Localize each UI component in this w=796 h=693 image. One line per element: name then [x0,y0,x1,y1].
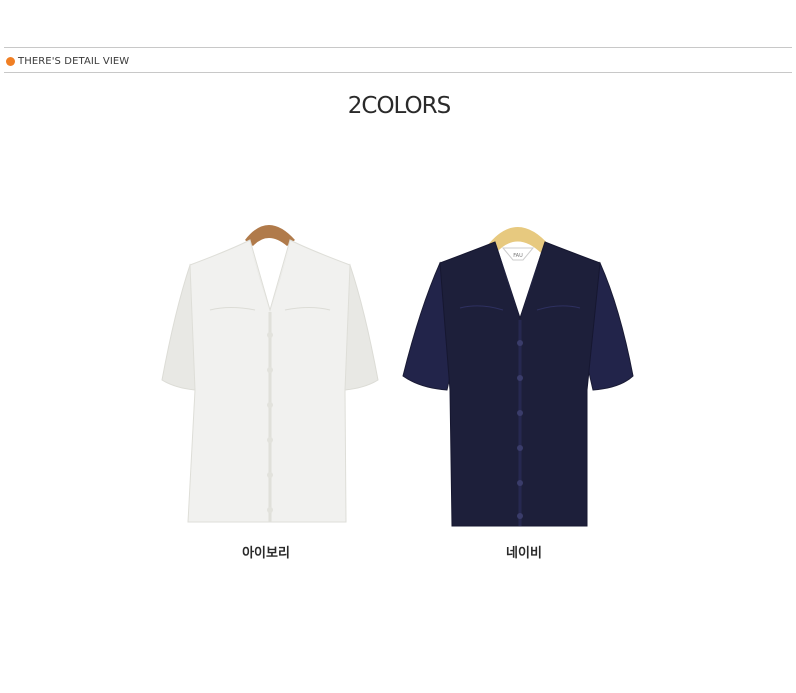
bottom-divider [4,72,792,73]
colors-title: 2COLORS [347,93,451,119]
ivory-blouse-image [161,225,379,523]
top-divider [4,47,792,48]
label-tag-text: FAU [513,253,523,259]
detail-view-header: THERE'S DETAIL VIEW [6,55,129,67]
color-name-ivory: 아이보리 [242,546,290,561]
product-image-navy: FAU [395,208,645,533]
color-name-navy: 네이비 [506,546,542,561]
orange-dot-icon [6,56,15,66]
detail-view-label: THERE'S DETAIL VIEW [18,55,130,67]
product-image-ivory [150,210,390,530]
navy-blouse-image: FAU [402,227,634,527]
